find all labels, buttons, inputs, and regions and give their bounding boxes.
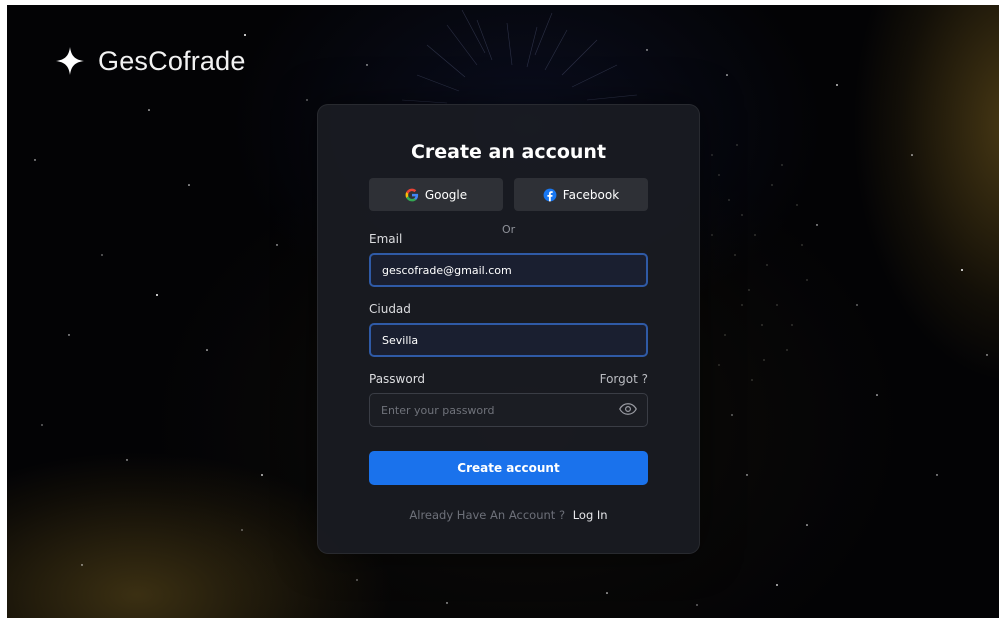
signup-card: Create an account Google Facebook Or Ema…	[317, 104, 700, 554]
login-prompt: Already Have An Account ? Log In	[318, 508, 699, 522]
login-prompt-text: Already Have An Account ?	[409, 508, 566, 522]
email-label: Email	[369, 232, 403, 246]
city-label: Ciudad	[369, 302, 411, 316]
login-link[interactable]: Log In	[573, 508, 608, 522]
password-label: Password	[369, 372, 426, 386]
create-account-button[interactable]: Create account	[369, 451, 648, 485]
facebook-signin-button[interactable]: Facebook	[514, 178, 648, 211]
google-signin-button[interactable]: Google	[369, 178, 503, 211]
sparkle-star-icon	[56, 47, 84, 75]
card-title: Create an account	[410, 141, 607, 163]
divider-or: Or	[502, 223, 516, 236]
brand-name: GesCofrade	[98, 45, 246, 76]
google-icon	[405, 188, 418, 201]
email-field[interactable]	[369, 253, 648, 287]
eye-icon[interactable]	[619, 402, 637, 416]
background: GesCofrade Create an account Google Face…	[7, 5, 999, 618]
facebook-icon	[543, 188, 557, 201]
password-field[interactable]	[369, 393, 648, 427]
city-field[interactable]	[369, 323, 648, 357]
google-label: Google	[424, 187, 468, 202]
forgot-password-link[interactable]: Forgot ?	[600, 372, 648, 386]
brand: GesCofrade	[54, 45, 246, 77]
facebook-label: Facebook	[562, 187, 620, 202]
